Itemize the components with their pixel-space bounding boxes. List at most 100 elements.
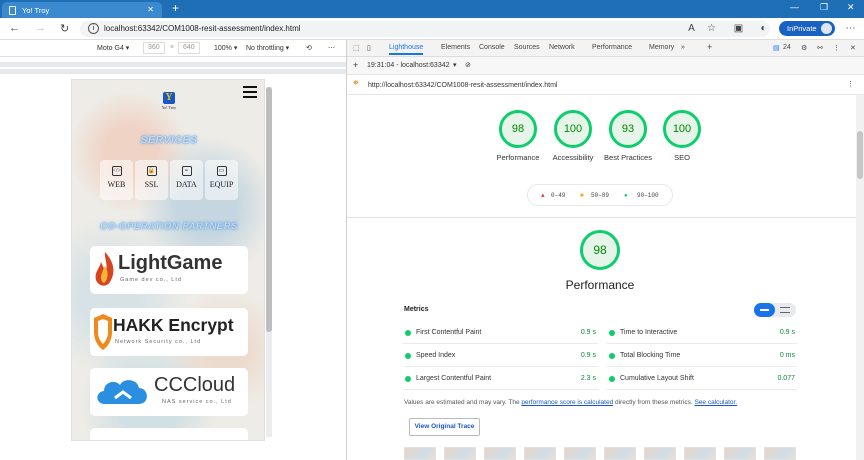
page-icon — [9, 6, 16, 15]
metrics-view-toggle[interactable] — [754, 303, 796, 317]
add-tab-icon[interactable]: + — [707, 42, 712, 52]
score-legend: ▲ 0–49 ■ 50–89 ● 90–100 — [527, 184, 673, 206]
expanded-view-icon[interactable] — [780, 307, 790, 313]
zoom-select[interactable]: 100% ▾ — [214, 44, 237, 52]
report-scrollbar[interactable] — [856, 95, 864, 460]
report-menu-icon[interactable]: ⋮ — [847, 80, 854, 88]
minimize-icon[interactable]: — — [790, 2, 799, 12]
metric-value: 0.9 s — [779, 329, 795, 336]
fail-triangle-icon: ▲ — [541, 192, 545, 199]
service-label: SSL — [144, 180, 159, 189]
tab-sources[interactable]: Sources — [514, 44, 540, 51]
close-devtools-icon[interactable]: ✕ — [850, 44, 856, 52]
clear-icon[interactable]: ⊘ — [465, 61, 471, 69]
seo-gauge[interactable]: 100 — [663, 110, 701, 148]
read-aloud-icon[interactable]: A — [686, 23, 697, 34]
lighthouse-icon: ⛯ — [353, 80, 359, 87]
metric-label: First Contentful Paint — [416, 329, 482, 336]
partner-name: CCCloud — [154, 374, 236, 396]
window-titlebar: Yo! Troy ✕ + — ❐ ✕ — [0, 0, 864, 18]
cloud-icon — [97, 380, 147, 404]
back-icon[interactable]: ← — [9, 22, 20, 34]
close-window-icon[interactable]: ✕ — [847, 2, 855, 13]
hamburger-menu-icon[interactable] — [243, 86, 257, 98]
maximize-icon[interactable]: ❐ — [820, 2, 828, 13]
metric-row: Time to Interactive 0.9 s — [607, 323, 797, 344]
pass-dot-icon — [609, 376, 615, 382]
scrollbar-thumb[interactable] — [857, 131, 863, 179]
metric-label: Total Blocking Time — [620, 352, 681, 359]
service-data[interactable]: ≡ DATA — [170, 160, 203, 200]
report-url[interactable]: http://localhost:63342/COM1008-resit-ass… — [368, 82, 557, 89]
metric-label: Time to Interactive — [620, 329, 678, 336]
partner-lightgame[interactable]: LightGame Game dev co., Ltd — [90, 246, 248, 294]
tab-lighthouse[interactable]: Lighthouse — [389, 44, 424, 55]
media-query-bar[interactable] — [0, 62, 346, 67]
service-ssl[interactable]: 🔒 SSL — [135, 160, 168, 200]
page-scrollbar[interactable] — [266, 87, 272, 437]
dimension-separator: × — [170, 44, 175, 51]
filmstrip-thumbnail — [404, 447, 436, 460]
see-calculator-link[interactable]: See calculator. — [694, 399, 737, 406]
url-bar[interactable]: i localhost:63342/COM1008-resit-assessme… — [80, 21, 770, 37]
device-select[interactable]: Moto G4 ▾ — [97, 44, 129, 52]
score-calc-link[interactable]: performance score is calculated — [521, 399, 613, 406]
forward-icon[interactable]: → — [35, 22, 46, 34]
browser-tab[interactable]: Yo! Troy ✕ — [2, 2, 162, 18]
legend-mid: 50–89 — [591, 192, 610, 199]
settings-gear-icon[interactable]: ⚙ — [801, 44, 807, 52]
filmstrip-thumbnail — [764, 447, 796, 460]
tab-close-icon[interactable]: ✕ — [147, 5, 154, 14]
performance-gauge[interactable]: 98 — [499, 110, 537, 148]
more-tabs-icon[interactable]: » — [681, 44, 685, 51]
pass-circle-icon: ● — [624, 192, 628, 199]
extension-icon[interactable]: ▣ — [733, 23, 744, 34]
partner-hakk-encrypt[interactable]: HAKK Encrypt Network Security co., Ltd — [90, 308, 248, 356]
section-divider — [347, 217, 856, 218]
service-label: WEB — [107, 180, 126, 189]
compact-view-icon[interactable] — [754, 303, 775, 317]
service-equip[interactable]: ▭ EQUIP — [205, 160, 238, 200]
tab-elements[interactable]: Elements — [441, 44, 470, 51]
edge-copilot-icon[interactable]: ◐ — [758, 23, 769, 34]
refresh-icon[interactable]: ↻ — [60, 22, 69, 35]
site-logo[interactable]: Y Yo! Troy — [158, 92, 180, 112]
rotate-icon[interactable]: ⟲ — [306, 44, 312, 52]
more-options-icon[interactable]: ⋯ — [845, 23, 856, 34]
accessibility-gauge[interactable]: 100 — [554, 110, 592, 148]
height-input[interactable]: 640 — [178, 42, 200, 54]
connect-icon[interactable]: ⚯ — [817, 44, 823, 52]
throttling-select[interactable]: No throttling ▾ — [246, 44, 289, 52]
best-practices-gauge[interactable]: 93 — [609, 110, 647, 148]
site-info-icon[interactable]: i — [88, 23, 99, 34]
issues-icon[interactable]: ▤ — [773, 44, 780, 52]
partner-partial[interactable] — [90, 428, 248, 440]
tab-network[interactable]: Network — [549, 44, 575, 51]
media-query-bar[interactable] — [0, 69, 346, 74]
device-more-icon[interactable]: ⋯ — [328, 44, 335, 52]
inprivate-button[interactable]: InPrivate — [779, 21, 835, 36]
tab-console[interactable]: Console — [479, 44, 505, 51]
partner-cccloud[interactable]: CCCloud NAS service co., Ltd — [90, 368, 248, 416]
width-input[interactable]: 360 — [143, 42, 165, 54]
scrollbar-thumb[interactable] — [266, 87, 272, 332]
issues-count[interactable]: 24 — [783, 44, 791, 51]
filmstrip-thumbnail — [724, 447, 756, 460]
metrics-note: Values are estimated and may vary. The p… — [404, 399, 804, 406]
dropdown-icon[interactable]: ▾ — [453, 61, 457, 69]
tab-memory[interactable]: Memory — [649, 44, 674, 51]
device-toggle-icon[interactable]: ▯ — [367, 44, 371, 52]
tab-performance[interactable]: Performance — [592, 44, 632, 51]
view-original-trace-button[interactable]: View Original Trace — [409, 418, 480, 436]
metric-label: Cumulative Layout Shift — [620, 375, 694, 382]
new-report-icon[interactable]: + — [353, 60, 358, 70]
favorite-icon[interactable]: ☆ — [706, 23, 717, 34]
pass-dot-icon — [405, 330, 411, 336]
service-web[interactable]: </> WEB — [100, 160, 133, 200]
report-select[interactable]: 19:31:04 - localhost:63342 — [367, 62, 450, 69]
devtools-more-icon[interactable]: ⋮ — [833, 44, 840, 52]
lighthouse-toolbar: + 19:31:04 - localhost:63342 ▾ ⊘ — [347, 57, 864, 75]
inspect-icon[interactable]: ⬚ — [353, 44, 360, 52]
panel-divider[interactable] — [346, 40, 347, 460]
new-tab-button[interactable]: + — [172, 1, 179, 15]
